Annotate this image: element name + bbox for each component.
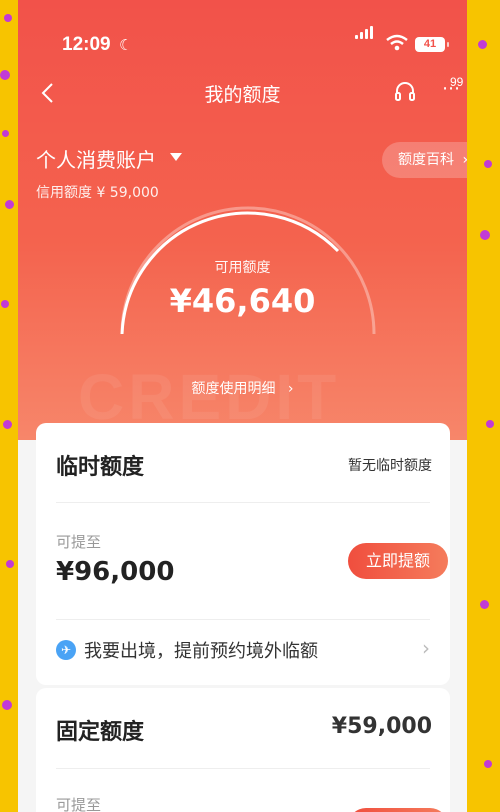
temporary-quota-status: 暂无临时额度 <box>348 458 432 474</box>
divider <box>56 502 430 503</box>
hero-banner: CREDIT 12:09 ☾ 41 我的额度 ⋯ 99 个人消费账户 信用额度 … <box>18 0 467 440</box>
fixed-quota-card: 固定额度 ¥59,000 可提至 <box>36 688 450 812</box>
airplane-icon: ✈ <box>56 640 76 660</box>
headset-icon[interactable] <box>393 80 417 108</box>
fixed-quota-title: 固定额度 <box>56 720 145 745</box>
decor-dot <box>3 420 12 429</box>
credit-limit-text: 信用额度 ¥ 59,000 <box>36 185 159 201</box>
chevron-right-icon[interactable]: › <box>422 636 430 660</box>
decor-dot <box>5 200 14 209</box>
decor-dot <box>2 130 9 137</box>
decor-dot <box>486 420 494 428</box>
fixed-raise-to-label: 可提至 <box>56 796 102 812</box>
temporary-quota-title: 临时额度 <box>56 455 145 480</box>
divider <box>56 619 430 620</box>
fixed-raise-button-partial[interactable] <box>348 808 448 812</box>
decor-dot <box>1 300 9 308</box>
quota-wiki-button[interactable]: 额度百科 › <box>382 142 467 178</box>
raise-to-amount: ¥96,000 <box>56 557 175 587</box>
decor-dot <box>0 70 10 80</box>
decor-dot <box>478 40 487 49</box>
raise-to-label: 可提至 <box>56 533 102 551</box>
quota-wiki-label: 额度百科 <box>398 152 454 168</box>
moon-icon: ☾ <box>119 36 133 54</box>
available-quota-amount: ¥46,640 <box>169 282 316 320</box>
quota-usage-detail-label: 额度使用明细 <box>191 381 276 397</box>
status-bar: 12:09 ☾ 41 <box>18 0 467 55</box>
decor-dot <box>484 760 492 768</box>
raise-now-button[interactable]: 立即提额 <box>348 543 448 579</box>
decor-dot <box>4 14 12 22</box>
fixed-quota-amount: ¥59,000 <box>331 714 432 739</box>
phone-screen: CREDIT 12:09 ☾ 41 我的额度 ⋯ 99 个人消费账户 信用额度 … <box>18 0 467 812</box>
decor-dot <box>480 230 490 240</box>
decor-dot <box>2 700 12 710</box>
account-selector[interactable]: 个人消费账户 <box>36 144 156 173</box>
quota-usage-detail-link[interactable]: 额度使用明细 › <box>18 378 467 398</box>
notification-badge: 99 <box>450 75 464 89</box>
available-quota-label: 可用额度 <box>214 260 271 276</box>
decor-dot <box>484 160 492 168</box>
dropdown-caret-icon[interactable] <box>170 153 182 161</box>
decor-dot <box>480 600 489 609</box>
status-time: 12:09 <box>62 34 111 55</box>
decor-dot <box>6 560 14 568</box>
overseas-quota-link[interactable]: 我要出境，提前预约境外临额 <box>84 637 318 663</box>
wifi-icon <box>386 34 408 56</box>
battery-icon: 41 <box>415 37 449 52</box>
divider <box>56 768 430 769</box>
chevron-right-icon: › <box>287 381 294 397</box>
temporary-quota-card: 临时额度 暂无临时额度 可提至 ¥96,000 立即提额 ✈ 我要出境，提前预约… <box>36 423 450 685</box>
chevron-right-icon: › <box>462 152 467 168</box>
